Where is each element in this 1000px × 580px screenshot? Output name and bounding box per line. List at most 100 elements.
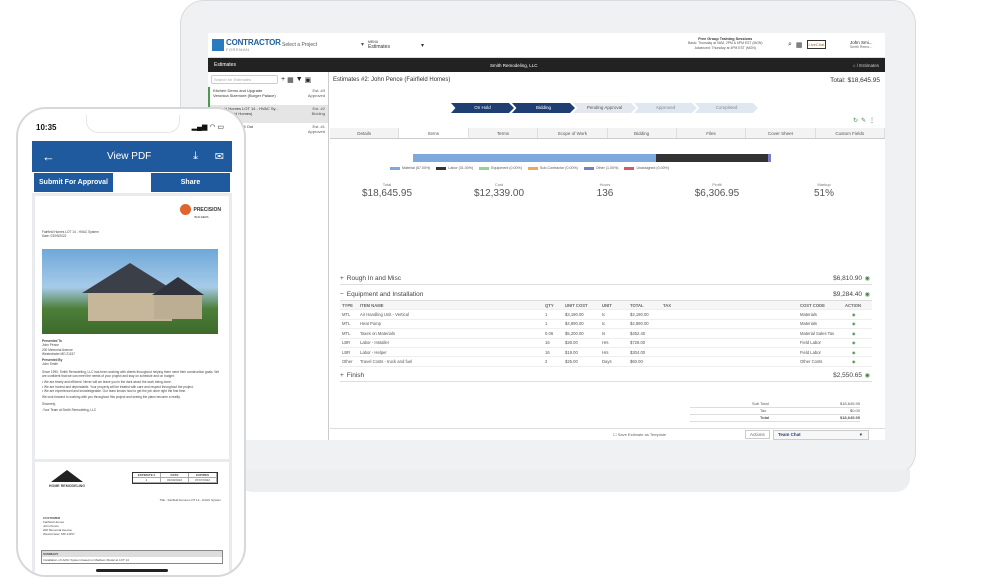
column-header[interactable]: TOTAL [630,303,644,308]
column-header[interactable]: TYPE [342,303,353,308]
menu-value: Estimates [368,44,390,50]
tab-files[interactable]: Files [676,128,747,138]
actions-button[interactable]: Actions [745,430,770,439]
grid-icon[interactable]: ▦ [287,76,294,84]
summary-value: $18,645.95 [839,401,860,406]
stage-bidding[interactable]: Bidding [512,103,575,113]
tab-scope-of-work[interactable]: Scope of Work [538,128,608,138]
table-header: ESTIMATE # [133,473,161,477]
eye-icon[interactable]: ◉ [852,340,856,345]
module-bar: Estimates Smith Remodeling, LLC ⌂ / Esti… [208,58,885,72]
brand-logo[interactable]: CONTRACTOR FOREMAN [212,36,281,55]
stage-completed[interactable]: Completed [695,103,758,113]
table-row[interactable]: MTL Taxes on Materials 0.06 $5,200.00 Is $452… [340,329,872,339]
table-cell: $60.00 [630,359,643,365]
eye-icon[interactable]: ◉ [852,321,856,326]
tab-bidding[interactable]: Bidding [607,128,677,138]
stage-on-hold[interactable]: On Hold [451,103,514,113]
table-cell: 1 [545,321,548,327]
search-input[interactable]: Search for Estimates [211,75,278,84]
home-indicator[interactable] [96,569,168,572]
refresh-icon[interactable]: ↻ [853,117,858,124]
back-arrow-icon[interactable]: ← [42,149,55,164]
chevron-down-icon[interactable]: ▾ [860,432,862,438]
eye-icon[interactable]: ◉ [865,291,870,298]
edit-icon[interactable]: ✎ [861,117,866,124]
stat-label: Hours [599,182,611,187]
table-row[interactable]: MTL Heat Pump 1 $4,890.00 Ic $4,890.00 Materia… [340,320,872,330]
cost-breakdown-bar [413,154,775,162]
download-icon[interactable]: ⤓ [193,150,198,163]
filter-icon[interactable]: ▼ [296,76,303,84]
eye-icon[interactable]: ◉ [865,372,870,379]
search-icon[interactable]: ⌕ [788,41,792,49]
column-header[interactable]: TAX [663,303,671,308]
column-header[interactable]: UNIT COST [565,303,588,308]
legend-item: Sub-Contractor (0.00%) [527,166,578,170]
tab-items[interactable]: Items [399,128,469,138]
breadcrumb-estimates[interactable]: Estimates [859,63,879,68]
table-row[interactable]: LBR Labor - Installer 16 $26.00 Hrs $728.00 Fi… [340,339,872,348]
collapse-icon[interactable]: − [340,291,344,298]
share-button[interactable]: Share [151,173,230,192]
save-template-checkbox[interactable]: ☐ Save Estimate as Template [613,432,666,437]
print-icon[interactable]: ▣ [305,76,312,84]
project-select[interactable]: Select a Project [282,41,364,48]
table-cell: Materials [800,312,817,318]
table-cell: Ic [602,321,606,327]
table-row[interactable]: MTL Air Handling Unit - Vertical 1 $3,190.0… [340,310,872,320]
eye-icon[interactable]: ◉ [852,312,856,317]
phone-frame: 10:35 ▂▄▆ ◠ ▭ ← View PDF ⤓ ✉ Submit For … [16,107,246,577]
home-icon[interactable]: ⌂ [853,63,856,68]
table-row[interactable]: Other Travel Costs - truck and fuel 2 $25.0… [340,357,872,367]
section-finish[interactable]: + Finish $2,550.65 ◉ [340,369,872,382]
column-header[interactable]: ACTION [845,303,861,308]
eye-icon[interactable]: ◉ [865,275,870,282]
tab-details[interactable]: Details [330,128,400,138]
section-equipment[interactable]: − Equipment and Installation $9,284.40 ◉ [340,288,872,301]
tab-cover-sheet[interactable]: Cover Sheet [746,128,816,138]
menu-dropdown[interactable]: MENU Estimates [368,40,424,50]
training-advanced: Advanced: Thursday at 4PM EST (MON) [694,45,756,50]
tab-terms[interactable]: Terms [468,128,539,138]
status-time: 10:35 [36,123,57,132]
table-cell: $728.00 [630,340,646,346]
legend-label: Labor (31.00%) [448,166,474,170]
table-row[interactable]: LBR Labor - Helper 16 $19.00 Hrs $304.00 Field… [340,348,872,358]
table-cell: $3,190.00 [630,312,649,318]
estimate-stats: Total $18,645.95 Cost $12,339.00 Hours 136 … [330,182,885,212]
user-menu[interactable]: John Smi... Smith Remo... [850,40,873,49]
team-chat-panel[interactable]: Team Chat ▾ [773,430,869,440]
column-header[interactable]: ITEM NAME [360,303,384,308]
brand-sub: FOREMAN [226,46,250,52]
expand-icon[interactable]: + [340,372,344,379]
calendar-icon[interactable]: ▦ [796,41,803,49]
estimate-detail: Estimates #2: John Pence (Fairfield Home… [330,72,885,440]
submit-approval-button[interactable]: Submit For Approval [34,173,113,192]
column-header[interactable]: UNIT [602,303,612,308]
list-item[interactable]: Kitchen Demo and Upgrade Veronica Sizemo… [208,87,328,105]
status-pipeline: On Hold Bidding Pending Approval Approve… [451,103,758,113]
logo-text: HOME REMODELING [48,484,86,488]
column-header[interactable]: COST CODE [800,303,825,308]
training-notice[interactable]: Free Group Training Sessions Basic: Thur… [688,37,763,50]
eye-icon[interactable]: ◉ [852,350,856,355]
table-cell: Material Sales Tax [800,330,835,336]
save-template-label: Save Estimate as Template [617,432,667,437]
tab-custom-fields[interactable]: Custom Fields [815,128,885,138]
mail-icon[interactable]: ✉ [215,150,224,163]
section-rough-in[interactable]: + Rough In and Misc $6,810.90 ◉ [340,272,872,285]
more-icon[interactable]: ⋮ [869,117,875,124]
stage-pending-approval[interactable]: Pending Approval [573,103,636,113]
eye-icon[interactable]: ◉ [852,331,856,336]
column-header[interactable]: QTY [545,303,554,308]
legend-label: Material (67.00%) [402,166,431,170]
eye-icon[interactable]: ◉ [852,359,856,364]
pdf-viewer: PRECISION BUILDERS Fairfield Homes LOT 14… [32,193,232,575]
add-icon[interactable]: + [281,76,285,84]
table-cell: $4,890.00 [630,321,649,327]
section-title: Equipment and Installation [346,290,424,298]
expand-icon[interactable]: + [340,275,344,282]
stage-approved[interactable]: Approved [634,103,697,113]
livechat-button[interactable]: LiveChat [806,40,827,49]
